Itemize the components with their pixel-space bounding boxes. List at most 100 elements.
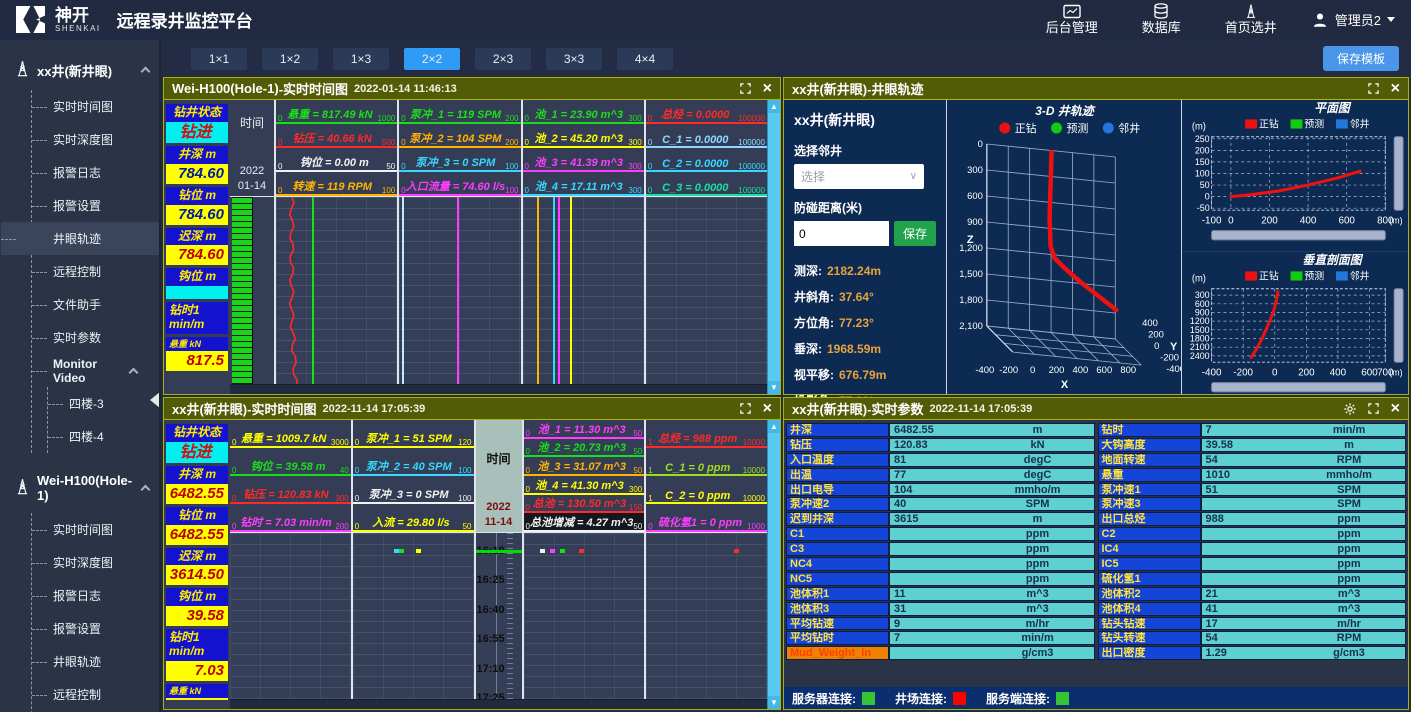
sidebar-item[interactable]: 报警设置	[32, 612, 159, 645]
expand-icon[interactable]	[1368, 403, 1379, 414]
user-menu[interactable]: 管理员2	[1311, 10, 1395, 29]
nav-item[interactable]: 首页选井	[1225, 3, 1277, 35]
database-icon	[1142, 3, 1181, 19]
panel-header: xx井(新井眼)-实时时间图 2022-11-14 17:05:39 ×	[164, 398, 780, 420]
layout-button[interactable]: 2×2	[404, 48, 460, 70]
parameter-box: 钻井状态钻进	[166, 424, 228, 463]
svg-text:Y: Y	[1170, 341, 1178, 353]
param-name: 地面转速	[1098, 453, 1201, 467]
close-icon[interactable]: ×	[1391, 401, 1400, 417]
svg-text:正钻: 正钻	[1015, 121, 1037, 135]
sidebar-item[interactable]: Monitor Video	[32, 354, 159, 387]
param-name: C2	[1098, 527, 1201, 541]
sidebar-item[interactable]: 远程控制	[32, 678, 159, 711]
gear-icon[interactable]	[1344, 403, 1356, 415]
time-tick-label: 16:40	[477, 604, 505, 616]
svg-text:200: 200	[1195, 145, 1210, 155]
layout-button[interactable]: 1×3	[333, 48, 389, 70]
sidebar-collapse-handle[interactable]	[150, 392, 160, 408]
svg-text:-200: -200	[999, 365, 1018, 376]
well-group-header[interactable]: xx井(新井眼)	[0, 50, 159, 90]
track-plot	[276, 196, 397, 394]
table-row: 入口温度81degC地面转速54RPM	[786, 453, 1406, 467]
svg-text:200: 200	[1261, 215, 1278, 226]
parameter-label: 井深 m	[166, 146, 228, 164]
sidebar-item[interactable]: 报警日志	[32, 156, 159, 189]
close-icon[interactable]: ×	[1391, 81, 1400, 97]
expand-icon[interactable]	[740, 83, 751, 94]
parameter-value	[166, 698, 228, 700]
parameter-label: 钻位 m	[166, 187, 228, 205]
svg-text:0: 0	[1228, 215, 1234, 226]
sidebar-item[interactable]: 实时时间图	[32, 513, 159, 546]
svg-text:预测: 预测	[1066, 122, 1088, 135]
sidebar-item[interactable]: 井眼轨迹	[1, 222, 159, 255]
param-name: 泵冲速3	[1098, 497, 1201, 511]
chevron-up-icon	[141, 485, 151, 495]
expand-icon[interactable]	[740, 403, 751, 414]
horizontal-scrollbar[interactable]	[230, 699, 767, 709]
layout-button[interactable]: 1×2	[262, 48, 318, 70]
param-name: IC5	[1098, 557, 1201, 571]
panel-title: xx井(新井眼)	[172, 399, 247, 418]
parameter-box: 钻时1 min/m7.03	[166, 629, 228, 681]
table-row: 出温77degC悬重1010mmho/m	[786, 468, 1406, 482]
scroll-up-icon[interactable]: ▲	[768, 420, 780, 433]
parameter-box: 钻位 m784.60	[166, 187, 228, 225]
sidebar-item[interactable]: 井眼轨迹	[32, 645, 159, 678]
horizontal-scrollbar[interactable]	[230, 384, 767, 394]
well-group-header[interactable]: Wei-H100(Hole-1)	[0, 463, 159, 513]
expand-icon[interactable]	[1368, 83, 1379, 94]
save-template-button[interactable]: 保存模板	[1323, 46, 1399, 71]
scroll-down-icon[interactable]: ▼	[768, 381, 780, 394]
sidebar-item[interactable]: 远程控制	[32, 255, 159, 288]
table-row: Mud_Weight_Ing/cm3出口密度1.29g/cm3	[786, 646, 1406, 660]
svg-text:3-D 井轨迹: 3-D 井轨迹	[1035, 104, 1095, 118]
sidebar-item[interactable]: 实时深度图	[32, 123, 159, 156]
layout-button[interactable]: 4×4	[617, 48, 673, 70]
neighbor-well-select[interactable]: 选择∨	[794, 164, 924, 189]
param-name: 出口密度	[1098, 646, 1201, 660]
layout-button[interactable]: 3×3	[546, 48, 602, 70]
table-row: NC4ppmIC5ppm	[786, 557, 1406, 571]
layout-button[interactable]: 2×3	[475, 48, 531, 70]
close-icon[interactable]: ×	[763, 401, 772, 417]
sidebar-item[interactable]: 实时深度图	[32, 546, 159, 579]
sidebar-item[interactable]: 报警日志	[32, 579, 159, 612]
nav-item[interactable]: 数据库	[1142, 3, 1181, 35]
scroll-up-icon[interactable]: ▲	[768, 100, 780, 113]
sidebar-item[interactable]: 实时时间图	[32, 90, 159, 123]
curve-legend: 0总池 = 130.50 m^3150	[524, 495, 645, 514]
svg-text:100: 100	[1195, 168, 1210, 178]
sidebar-item[interactable]: 实时参数	[32, 321, 159, 354]
vertical-scrollbar[interactable]: ▲▼	[767, 100, 780, 394]
curve-legend: 0悬重 = 817.49 kN1000	[276, 100, 397, 124]
nav-item[interactable]: 后台管理	[1046, 4, 1098, 35]
vertical-scrollbar[interactable]: ▲▼	[767, 420, 780, 709]
scroll-down-icon[interactable]: ▼	[768, 696, 780, 709]
close-icon[interactable]: ×	[763, 81, 772, 97]
svg-text:1,800: 1,800	[959, 295, 983, 306]
anticollision-distance-input[interactable]	[794, 221, 889, 246]
curve-track: 0悬重 = 817.49 kN10000钻压 = 40.66 kN5000钩位 …	[274, 100, 397, 394]
svg-text:邻井: 邻井	[1350, 117, 1370, 130]
param-value-cell: ppm	[1201, 557, 1407, 571]
sidebar-item[interactable]: 文件助手	[32, 288, 159, 321]
trajectory-reading: 测深:2182.24m	[794, 258, 936, 284]
neighbor-well-label: 选择邻井	[794, 142, 936, 159]
panel-well-trajectory: xx井(新井眼)-井眼轨迹 × xx井(新井眼) 选择邻井 选择∨ 防碰距离(米…	[783, 77, 1409, 395]
save-button[interactable]: 保存	[894, 221, 936, 246]
sidebar-item[interactable]: 报警设置	[32, 189, 159, 222]
parameter-label: 悬重 kN	[166, 684, 228, 698]
svg-text:邻井: 邻井	[1350, 269, 1370, 282]
parameter-value: 钻进	[166, 122, 228, 143]
param-name: 出口总烃	[1098, 512, 1201, 526]
layout-button[interactable]: 1×1	[191, 48, 247, 70]
sidebar-subitem[interactable]: 四楼-3	[48, 387, 159, 420]
curve-legend: 0总烃 = 0.0000100000	[646, 100, 767, 124]
curve-legend: 0钻时 = 7.03 min/m200	[230, 504, 351, 532]
table-row: 迟到井深3615m出口总烃988ppm	[786, 512, 1406, 526]
track-plot	[646, 196, 767, 394]
sidebar-subitem[interactable]: 四楼-4	[48, 420, 159, 453]
param-value-cell: ppm	[889, 572, 1095, 586]
